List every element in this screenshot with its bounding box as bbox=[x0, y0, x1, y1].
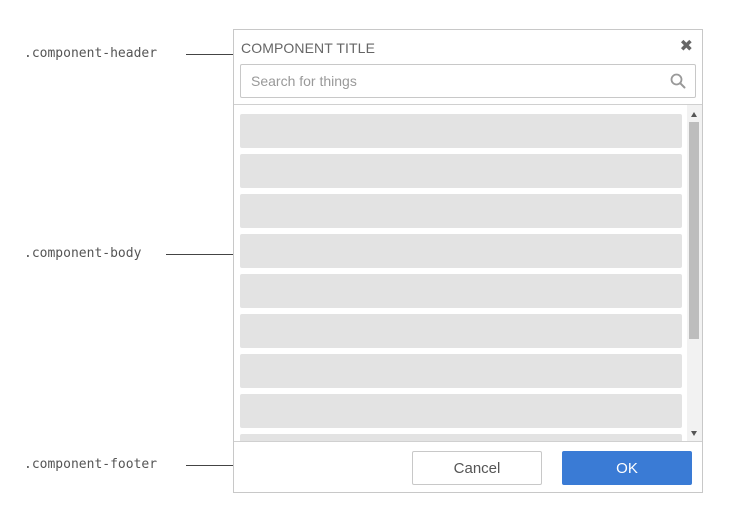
list-item[interactable] bbox=[240, 274, 682, 308]
list-item[interactable] bbox=[240, 314, 682, 348]
component-body bbox=[234, 105, 702, 441]
scroll-up-arrow-icon[interactable] bbox=[691, 112, 697, 117]
component-header: COMPONENT TITLE ✖ bbox=[234, 30, 702, 105]
footer-leader-line bbox=[186, 465, 233, 466]
list-item[interactable] bbox=[240, 114, 682, 148]
list-item[interactable] bbox=[240, 354, 682, 388]
scroll-thumb[interactable] bbox=[689, 122, 699, 339]
component-dialog: COMPONENT TITLE ✖ Cancel OK bbox=[233, 29, 703, 493]
close-icon[interactable]: ✖ bbox=[680, 36, 693, 55]
search-box bbox=[240, 64, 696, 98]
ok-button[interactable]: OK bbox=[562, 451, 692, 485]
list-item[interactable] bbox=[240, 154, 682, 188]
item-list bbox=[240, 114, 682, 441]
cancel-button[interactable]: Cancel bbox=[412, 451, 542, 485]
search-input[interactable] bbox=[241, 65, 695, 97]
scrollbar[interactable] bbox=[687, 105, 702, 441]
header-annotation-label: .component-header bbox=[24, 46, 158, 61]
component-footer: Cancel OK bbox=[234, 441, 702, 492]
list-item[interactable] bbox=[240, 394, 682, 428]
search-icon[interactable] bbox=[670, 73, 686, 89]
body-annotation-label: .component-body bbox=[24, 246, 142, 261]
list-item[interactable] bbox=[240, 434, 682, 441]
scroll-down-arrow-icon[interactable] bbox=[691, 431, 697, 436]
list-item[interactable] bbox=[240, 234, 682, 268]
header-leader-line bbox=[186, 54, 233, 55]
footer-annotation-label: .component-footer bbox=[24, 457, 158, 472]
body-leader-line bbox=[166, 254, 233, 255]
list-item[interactable] bbox=[240, 194, 682, 228]
component-title: COMPONENT TITLE bbox=[241, 40, 376, 56]
